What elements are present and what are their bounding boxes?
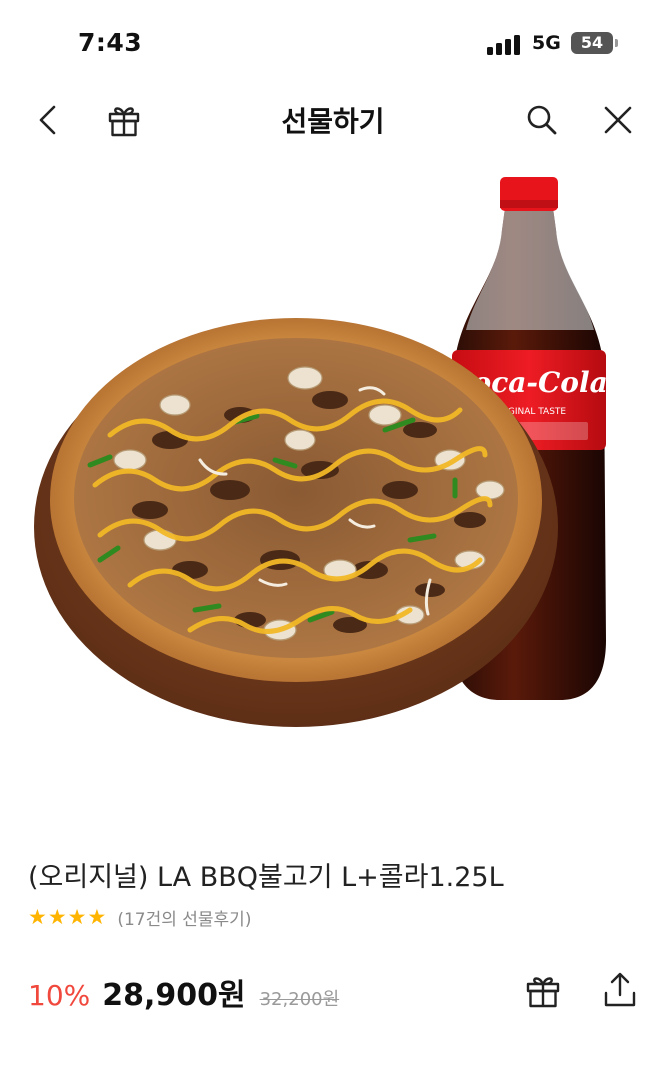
price-row: 10% 28,900원 32,200원: [28, 970, 339, 1014]
search-icon: [527, 105, 557, 135]
sale-price: 28,900원: [102, 978, 246, 1013]
close-icon: [604, 106, 632, 134]
star-rating-icon: ★★★★: [28, 905, 108, 929]
product-illustration: Coca-Cola ORIGINAL TASTE: [34, 177, 608, 727]
battery-icon: 54: [571, 32, 618, 54]
original-price: 32,200원: [259, 989, 340, 1010]
pizza: [50, 318, 542, 682]
page-title: 선물하기: [281, 105, 385, 138]
review-count[interactable]: (17건의 선물후기): [117, 905, 251, 930]
product-image[interactable]: Coca-Cola ORIGINAL TASTE: [0, 160, 666, 800]
close-button[interactable]: [594, 96, 642, 144]
gift-action-button[interactable]: [521, 968, 565, 1012]
gift-icon: [526, 977, 560, 1008]
discount-rate: 10%: [28, 979, 91, 1012]
share-button[interactable]: [598, 968, 642, 1012]
search-button[interactable]: [518, 96, 566, 144]
nav-bar: 선물하기: [0, 80, 666, 160]
share-icon: [604, 972, 636, 1007]
product-name: (오리지널) LA BBQ불고기 L+콜라1.25L: [28, 862, 504, 893]
status-bar: 7:43 5G 54: [0, 0, 666, 80]
status-time: 7:43: [78, 28, 143, 57]
rating-row[interactable]: ★★★★ (17건의 선물후기): [28, 904, 251, 930]
signal-icon: [487, 33, 523, 55]
network-label: 5G: [532, 32, 561, 54]
